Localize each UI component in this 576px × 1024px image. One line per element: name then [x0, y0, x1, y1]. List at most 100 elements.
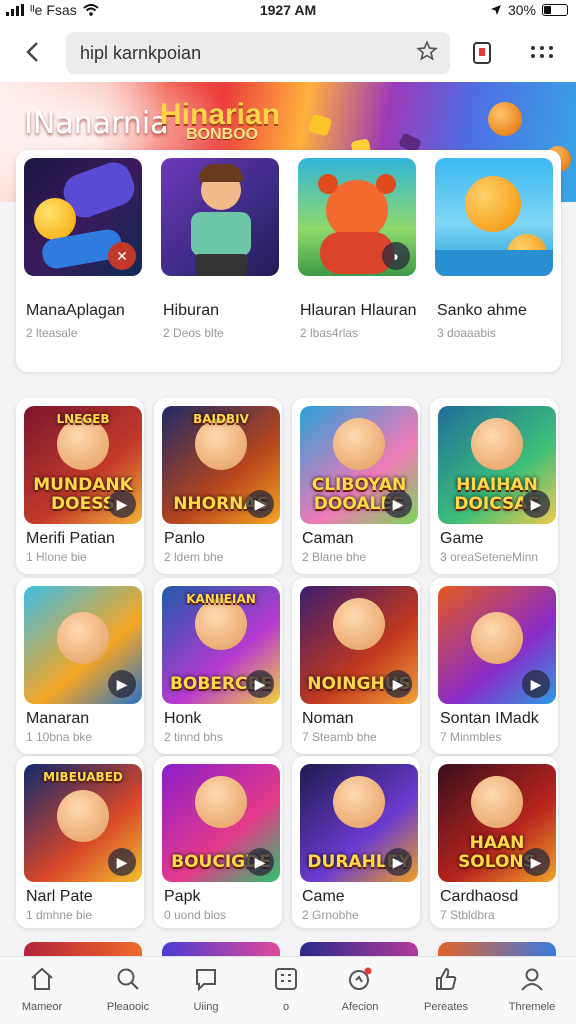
profile-icon	[521, 968, 543, 991]
play-badge-icon: ◗	[382, 242, 410, 270]
play-badge-icon: ▶	[384, 848, 412, 876]
game-thumbnail[interactable]: HAAN SOLONS ▶	[438, 764, 556, 882]
banner-subtitle: BONBOO	[186, 126, 258, 143]
play-badge-icon: ▶	[522, 490, 550, 518]
game-title: Narl Pate	[26, 888, 93, 905]
game-thumbnail[interactable]: HIAIHAN DOICSAS ▶	[438, 406, 556, 524]
game-thumbnail[interactable]: KANIIEIAN BOBERCBE ▶	[162, 586, 280, 704]
game-thumbnail[interactable]: ✕	[24, 158, 142, 276]
game-card[interactable]: KANIIEIAN BOBERCBE ▶ Honk 2 tinnd bhs	[154, 578, 282, 754]
featured-panel: ✕ ManaAplagan 2 lteasale Hiburan 2 Deos …	[16, 150, 561, 372]
chevron-left-icon	[26, 42, 38, 62]
art-top-text: BAIDBIV	[193, 412, 249, 426]
game-card[interactable]: BOUCIGDE ▶ Papk 0 uond blos	[154, 756, 282, 928]
game-card[interactable]: HIAIHAN DOICSAS ▶ Game 3 oreaSeteneMinn	[430, 398, 558, 574]
art-top-text: LNEGEB	[56, 412, 110, 426]
character-art	[471, 611, 523, 664]
game-title: Cardhaosd	[440, 888, 519, 905]
character-art	[195, 775, 247, 828]
game-card[interactable]: LNEGEB MUNDANK DOESS ▶ Merifi Patian 1 Hlone…	[16, 398, 144, 574]
more-icon[interactable]	[530, 44, 554, 60]
play-badge-icon: ▶	[246, 490, 274, 518]
game-card[interactable]: ▶ Manaran 1 10bna bke	[16, 578, 144, 754]
character-art	[471, 775, 523, 828]
game-title: Sanko ahme	[437, 302, 527, 319]
game-meta: 1 Hlone bie	[26, 550, 87, 564]
home-icon	[31, 967, 53, 990]
game-card[interactable]: NOINGHUS ▶ Noman 7 Steamb bhe	[292, 578, 420, 754]
thumbs-up-icon	[436, 967, 457, 990]
game-thumbnail[interactable]	[435, 158, 553, 276]
game-thumbnail[interactable]	[161, 158, 279, 276]
game-meta: 1 dmhne bie	[26, 908, 93, 922]
game-card[interactable]: MIBEUABED ▶ Narl Pate 1 dmhne bie	[16, 756, 144, 928]
search-bar[interactable]: hipl karnkpoian	[66, 32, 450, 74]
nav-item-grid[interactable]: o	[246, 965, 326, 1013]
game-card[interactable]: ▶ Sontan IMadk 7 Minmbles	[430, 578, 558, 754]
back-button[interactable]	[18, 38, 46, 66]
game-meta: 2 Deos blte	[163, 326, 224, 340]
chat-icon	[196, 969, 216, 992]
app-screen: ᴵᴵe Fsas 1927 AM 30% hipl karnkpoian INa…	[0, 0, 576, 1024]
nav-item-home[interactable]: Mameor	[2, 965, 82, 1013]
search-icon	[117, 968, 139, 990]
game-thumbnail[interactable]: LNEGEB MUNDANK DOESS ▶	[24, 406, 142, 524]
play-badge-icon: ▶	[108, 670, 136, 698]
game-title: Honk	[164, 710, 202, 727]
game-meta: 2 lteasale	[26, 326, 78, 340]
game-card[interactable]: BAIDBIV NHORNAS ▶ Panlo 2 ldem bhe	[154, 398, 282, 574]
game-thumbnail[interactable]: BAIDBIV NHORNAS ▶	[162, 406, 280, 524]
game-title: Papk	[164, 888, 201, 905]
bottom-nav: Mameor Pleaooic Uiing o Afecion Pereates…	[0, 956, 576, 1024]
art-top-text: MIBEUABED	[43, 770, 123, 784]
game-title: Hlauran Hlauran	[300, 302, 417, 319]
game-thumbnail[interactable]: ▶	[24, 586, 142, 704]
game-meta: 0 uond blos	[164, 908, 227, 922]
game-card[interactable]: HAAN SOLONS ▶ Cardhaosd 7 Stbldbra	[430, 756, 558, 928]
play-badge-icon: ▶	[384, 490, 412, 518]
character-art	[333, 597, 385, 650]
nav-item-search[interactable]: Pleaooic	[88, 965, 168, 1013]
game-title: Sontan IMadk	[440, 710, 539, 727]
nav-item-chat[interactable]: Uiing	[166, 965, 246, 1013]
game-thumbnail[interactable]: ▶	[438, 586, 556, 704]
character-art	[57, 789, 109, 842]
game-thumbnail[interactable]: BOUCIGDE ▶	[162, 764, 280, 882]
play-badge-icon: ✕	[108, 242, 136, 270]
game-meta: 7 Stbldbra	[440, 908, 495, 922]
featured-card[interactable]: ◗ Hlauran Hlauran 2 lbas4rlas	[290, 150, 418, 372]
nav-item-likes[interactable]: Pereates	[406, 965, 486, 1013]
page-icon[interactable]	[468, 39, 496, 67]
notification-icon	[349, 967, 372, 990]
game-card[interactable]: DURAHLEY ▶ Came 2 Grnobhe	[292, 756, 420, 928]
nav-item-profile[interactable]: Thremele	[492, 965, 572, 1013]
play-badge-icon: ▶	[246, 848, 274, 876]
game-thumbnail[interactable]: DURAHLEY ▶	[300, 764, 418, 882]
game-meta: 2 Grnobhe	[302, 908, 359, 922]
location-icon	[490, 5, 501, 15]
game-title: Manaran	[26, 710, 90, 727]
featured-card[interactable]: Sanko ahme 3 doaaabis	[427, 150, 555, 372]
game-meta: 2 tinnd bhs	[164, 730, 223, 744]
featured-card[interactable]: ✕ ManaAplagan 2 lteasale	[16, 150, 144, 372]
character-art	[57, 611, 109, 664]
game-meta: 2 Blane bhe	[302, 550, 367, 564]
game-card[interactable]: CLIBOYAN DOOALES ▶ Caman 2 Blane bhe	[292, 398, 420, 574]
play-badge-icon: ▶	[384, 670, 412, 698]
game-thumbnail[interactable]: CLIBOYAN DOOALES ▶	[300, 406, 418, 524]
character-art	[333, 775, 385, 828]
top-bar: hipl karnkpoian	[0, 22, 576, 82]
featured-card[interactable]: Hiburan 2 Deos blte	[153, 150, 281, 372]
game-thumbnail[interactable]: NOINGHUS ▶	[300, 586, 418, 704]
star-icon[interactable]	[416, 40, 438, 62]
status-bar: ᴵᴵe Fsas 1927 AM 30%	[0, 0, 576, 22]
nav-item-notifications[interactable]: Afecion	[320, 965, 400, 1013]
banner-title: INanarnia	[24, 106, 169, 141]
search-input[interactable]: hipl karnkpoian	[80, 43, 201, 64]
game-thumbnail[interactable]: ◗	[298, 158, 416, 276]
game-meta: 7 Steamb bhe	[302, 730, 377, 744]
play-badge-icon: ▶	[108, 490, 136, 518]
game-meta: 2 lbas4rlas	[300, 326, 359, 340]
game-thumbnail[interactable]: MIBEUABED ▶	[24, 764, 142, 882]
game-meta: 2 ldem bhe	[164, 550, 224, 564]
